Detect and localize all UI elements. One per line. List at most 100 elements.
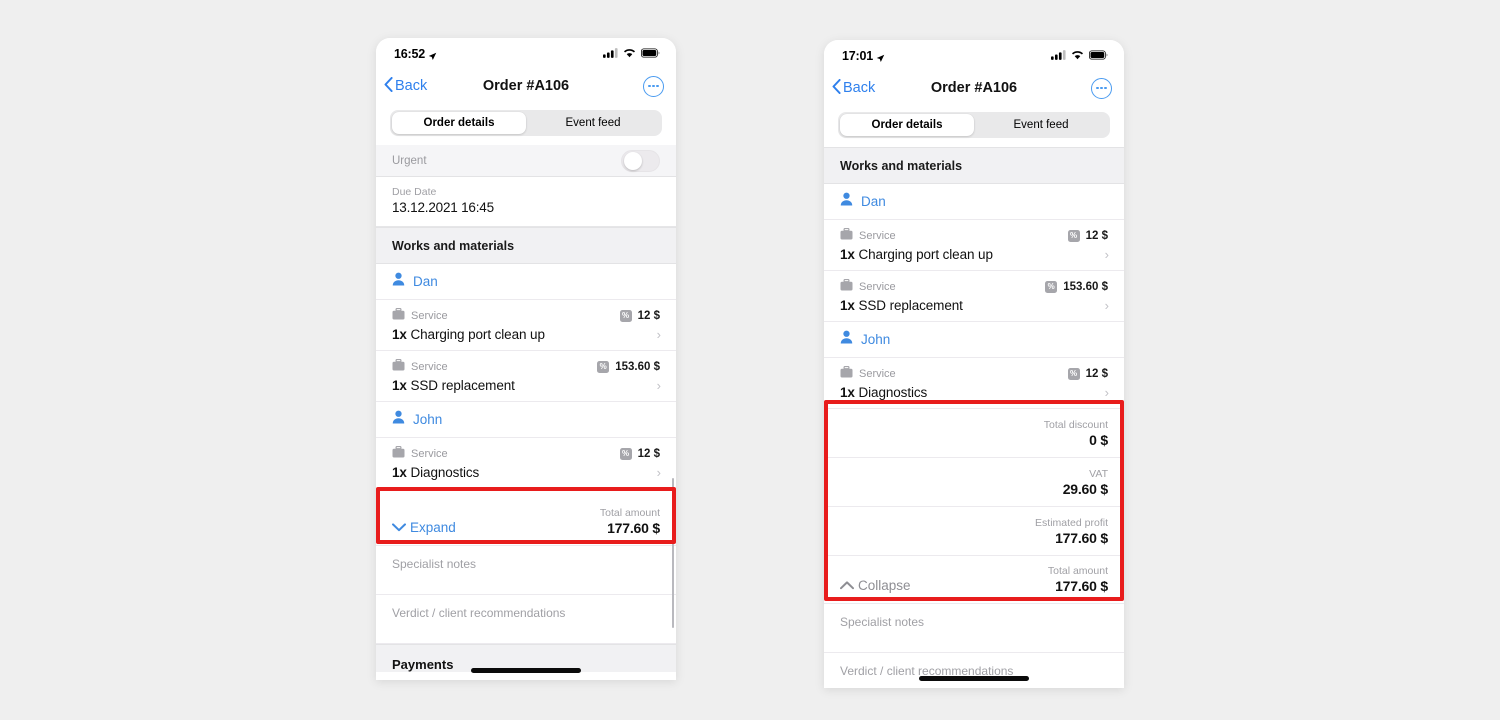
item-qty: 1x — [392, 327, 407, 342]
chevron-up-icon — [840, 578, 854, 593]
estimated-profit-value: 177.60 $ — [1055, 530, 1108, 546]
item-price: 12 $ — [637, 448, 660, 460]
location-arrow-icon — [428, 50, 437, 60]
discount-badge-icon: % — [619, 310, 632, 322]
person-row-john[interactable]: John — [376, 402, 676, 438]
specialist-notes-placeholder: Specialist notes — [840, 615, 925, 629]
item-title: 1x Diagnostics — [392, 465, 660, 480]
chevron-right-icon: › — [656, 465, 661, 480]
item-qty: 1x — [840, 385, 855, 400]
tab-bar-container: Order details Event feed — [376, 106, 676, 145]
chevron-right-icon: › — [1104, 385, 1109, 400]
due-date-row[interactable]: Due Date 13.12.2021 16:45 — [376, 177, 676, 227]
screenshot-stage: 16:52 Back Order #A106 Order details Eve… — [0, 0, 1500, 720]
service-item-row[interactable]: Service % 12 $ 1x Charging port clean up… — [824, 220, 1124, 271]
total-amount-value: 177.60 $ — [1055, 578, 1108, 594]
estimated-profit-label: Estimated profit — [1035, 517, 1108, 529]
total-amount-block: Total amount 177.60 $ — [600, 507, 660, 536]
person-row-dan[interactable]: Dan — [376, 264, 676, 300]
back-button[interactable]: Back — [384, 76, 427, 96]
briefcase-icon — [392, 358, 405, 376]
item-title: 1x Diagnostics — [840, 385, 1108, 400]
service-item-row[interactable]: Service % 12 $ 1x Diagnostics › — [824, 358, 1124, 409]
person-icon — [840, 330, 853, 349]
specialist-notes-field[interactable]: Specialist notes — [376, 546, 676, 595]
status-time-group: 17:01 — [842, 49, 885, 63]
specialist-notes-placeholder: Specialist notes — [392, 557, 477, 571]
tab-event-feed[interactable]: Event feed — [526, 112, 660, 134]
discount-badge-icon: % — [597, 361, 610, 373]
service-item-row[interactable]: Service % 153.60 $ 1x SSD replacement › — [376, 351, 676, 402]
total-amount-block: Total amount 177.60 $ — [1048, 565, 1108, 594]
tab-order-details[interactable]: Order details — [840, 114, 974, 136]
briefcase-icon — [392, 445, 405, 463]
expand-button[interactable]: Expand — [392, 520, 456, 536]
person-icon — [392, 272, 405, 291]
item-title: 1x SSD replacement — [392, 378, 660, 393]
discount-badge-icon: % — [1067, 230, 1080, 242]
item-qty: 1x — [392, 465, 407, 480]
tab-order-details[interactable]: Order details — [392, 112, 526, 134]
total-discount-row: Total discount 0 $ — [824, 409, 1124, 458]
service-item-row[interactable]: Service % 153.60 $ 1x SSD replacement › — [824, 271, 1124, 322]
item-price: 12 $ — [1085, 368, 1108, 380]
total-amount-label: Total amount — [1047, 565, 1108, 577]
phone-mockup-left: 16:52 Back Order #A106 Order details Eve… — [376, 38, 676, 680]
more-options-icon[interactable] — [1091, 77, 1112, 99]
back-button[interactable]: Back — [832, 78, 875, 98]
home-indicator — [919, 676, 1029, 681]
person-row-john[interactable]: John — [824, 322, 1124, 358]
navigation-bar: Back Order #A106 — [376, 66, 676, 106]
estimated-profit-row: Estimated profit 177.60 $ — [824, 507, 1124, 556]
vertical-scrollbar[interactable] — [671, 478, 674, 628]
segmented-control: Order details Event feed — [838, 112, 1110, 138]
wifi-icon — [1071, 47, 1084, 65]
item-name: Diagnostics — [858, 385, 928, 400]
urgent-toggle[interactable] — [621, 149, 660, 172]
tab-bar-container: Order details Event feed — [824, 108, 1124, 147]
briefcase-icon — [840, 365, 853, 383]
item-kind-label: Service — [859, 230, 896, 242]
vat-label: VAT — [1089, 468, 1108, 480]
verdict-recommendations-field[interactable]: Verdict / client recommendations — [376, 595, 676, 644]
discount-badge-icon: % — [1067, 368, 1080, 380]
service-item-row[interactable]: Service % 12 $ 1x Charging port clean up… — [376, 300, 676, 351]
total-amount-collapse-row[interactable]: Collapse Total amount 177.60 $ — [824, 556, 1124, 604]
briefcase-icon — [840, 227, 853, 245]
verdict-recommendations-field[interactable]: Verdict / client recommendations — [824, 653, 1124, 688]
briefcase-icon — [392, 307, 405, 325]
tab-event-feed[interactable]: Event feed — [974, 114, 1108, 136]
service-item-row[interactable]: Service % 12 $ 1x Diagnostics › — [376, 438, 676, 489]
more-options-icon[interactable] — [643, 75, 664, 97]
cellular-signal-icon — [603, 45, 618, 63]
person-row-dan[interactable]: Dan — [824, 184, 1124, 220]
home-indicator — [471, 668, 581, 673]
item-kind-label: Service — [411, 310, 448, 322]
segmented-control: Order details Event feed — [390, 110, 662, 136]
total-amount-label: Total amount — [599, 507, 660, 519]
status-bar: 16:52 — [376, 38, 676, 66]
estimated-profit-block: Estimated profit 177.60 $ — [1035, 517, 1108, 546]
item-title: 1x SSD replacement — [840, 298, 1108, 313]
discount-badge-icon: % — [619, 448, 632, 460]
total-discount-value: 0 $ — [1089, 432, 1108, 448]
person-icon — [840, 192, 853, 211]
item-qty: 1x — [840, 247, 855, 262]
chevron-right-icon: › — [1104, 247, 1109, 262]
status-time: 16:52 — [394, 47, 425, 61]
total-amount-value: 177.60 $ — [607, 520, 660, 536]
urgent-row: Urgent — [376, 145, 676, 177]
chevron-down-icon — [392, 520, 406, 535]
total-amount-expand-row[interactable]: Expand Total amount 177.60 $ — [376, 489, 676, 546]
chevron-right-icon: › — [656, 378, 661, 393]
collapse-button[interactable]: Collapse — [840, 578, 911, 594]
battery-icon — [1089, 47, 1108, 65]
item-price: 12 $ — [1085, 230, 1108, 242]
person-name: John — [413, 412, 443, 427]
due-date-label: Due Date — [392, 186, 437, 198]
section-header-works-materials: Works and materials — [376, 227, 676, 264]
collapse-label: Collapse — [858, 578, 911, 593]
specialist-notes-field[interactable]: Specialist notes — [824, 604, 1124, 653]
discount-badge-icon: % — [1045, 281, 1058, 293]
item-name: Charging port clean up — [858, 247, 993, 262]
